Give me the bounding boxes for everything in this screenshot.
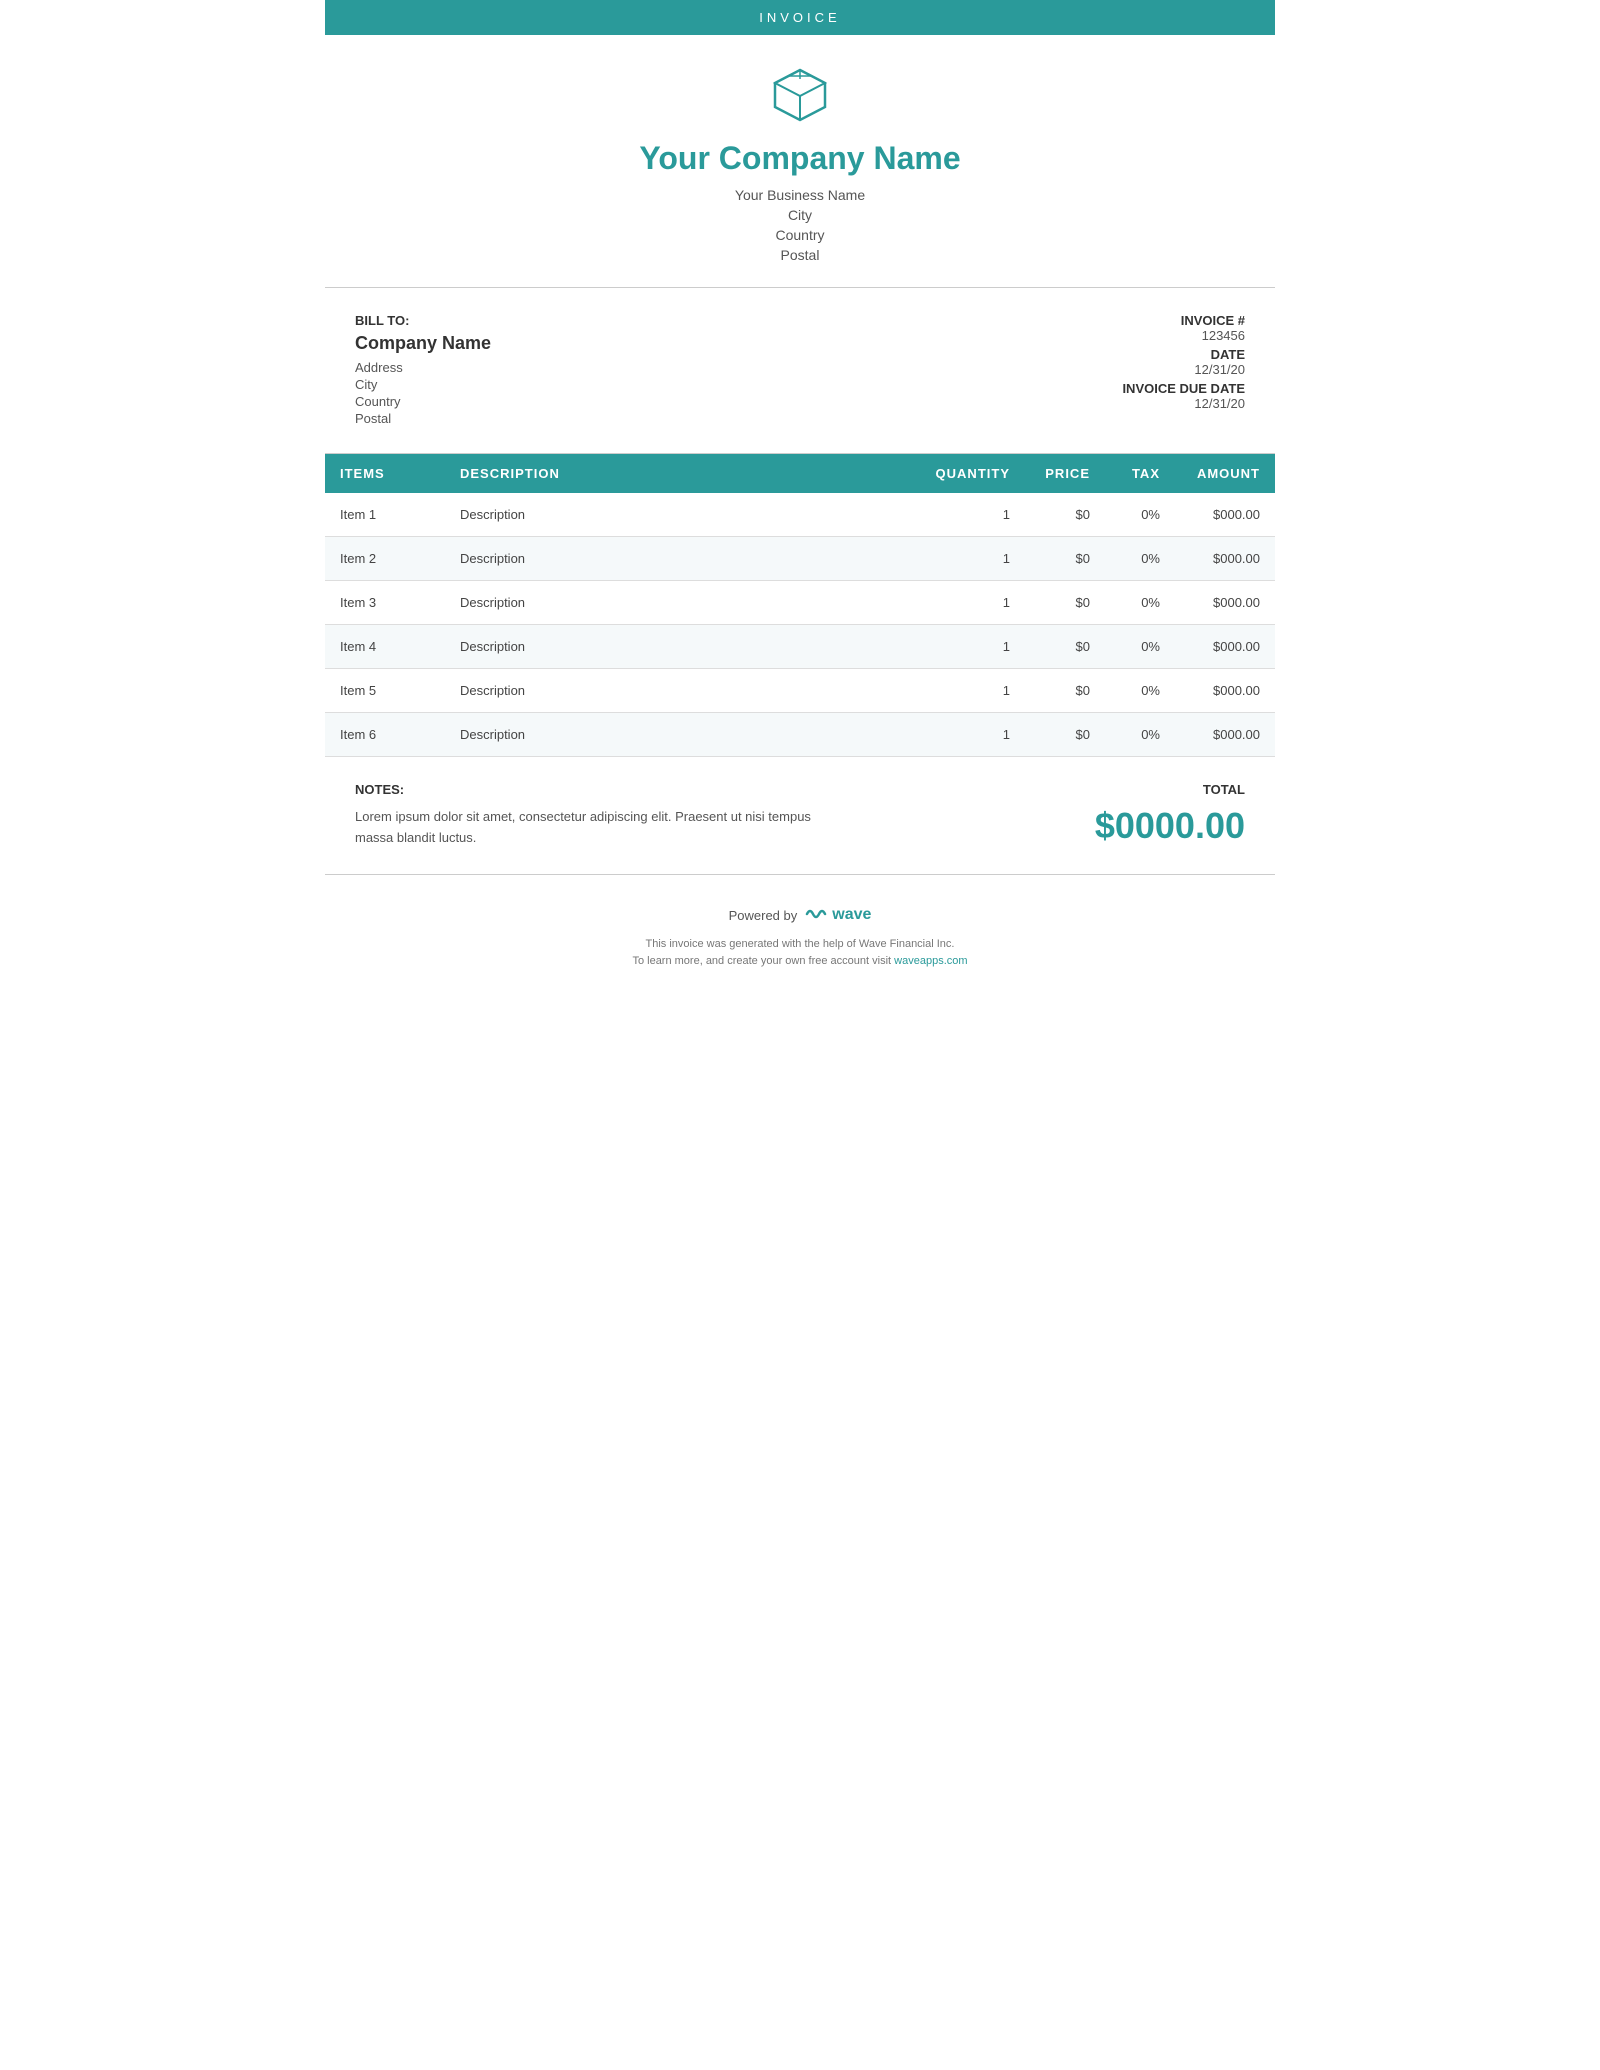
item-price: $0 [1025,581,1105,625]
items-table: ITEMS DESCRIPTION QUANTITY PRICE TAX AMO… [325,454,1275,757]
invoice-number-row: INVOICE # 123456 [1045,313,1245,343]
invoice-number-label: INVOICE # [1045,313,1245,328]
item-description: Description [445,713,921,757]
bill-to-label: BILL TO: [355,313,1045,328]
invoice-info: INVOICE # 123456 DATE 12/31/20 INVOICE D… [1045,313,1245,428]
bill-section: BILL TO: Company Name Address City Count… [325,288,1275,454]
company-name: Your Company Name [345,140,1255,177]
col-header-amount: AMOUNT [1175,454,1275,493]
item-description: Description [445,537,921,581]
table-row: Item 2 Description 1 $0 0% $000.00 [325,537,1275,581]
col-header-quantity: QUANTITY [921,454,1025,493]
col-header-items: ITEMS [325,454,445,493]
invoice-number-value: 123456 [1045,328,1245,343]
item-name: Item 4 [325,625,445,669]
company-logo-icon [345,65,1255,130]
wave-icon [805,905,827,926]
item-amount: $000.00 [1175,713,1275,757]
bill-to-country: Country [355,394,1045,409]
item-quantity: 1 [921,625,1025,669]
notes-label: NOTES: [355,782,845,797]
item-name: Item 1 [325,493,445,537]
invoice-date-label: DATE [1045,347,1245,362]
table-header-row: ITEMS DESCRIPTION QUANTITY PRICE TAX AMO… [325,454,1275,493]
item-description: Description [445,625,921,669]
table-row: Item 5 Description 1 $0 0% $000.00 [325,669,1275,713]
total-label: TOTAL [1045,782,1245,797]
col-header-description: DESCRIPTION [445,454,921,493]
col-header-tax: TAX [1105,454,1175,493]
invoice-date-row: DATE 12/31/20 [1045,347,1245,377]
notes-text: Lorem ipsum dolor sit amet, consectetur … [355,807,845,849]
company-header: Your Company Name Your Business Name Cit… [325,35,1275,288]
table-row: Item 3 Description 1 $0 0% $000.00 [325,581,1275,625]
item-name: Item 6 [325,713,445,757]
item-name: Item 3 [325,581,445,625]
footer-line1: This invoice was generated with the help… [345,936,1255,954]
invoice-date-value: 12/31/20 [1045,362,1245,377]
item-quantity: 1 [921,581,1025,625]
item-quantity: 1 [921,493,1025,537]
company-business-name: Your Business Name [345,187,1255,203]
item-name: Item 5 [325,669,445,713]
powered-by: Powered by wave [345,905,1255,926]
bill-to-company-name: Company Name [355,333,1045,354]
invoice-due-date-label: INVOICE DUE DATE [1045,381,1245,396]
item-tax: 0% [1105,581,1175,625]
bill-to-address: Address [355,360,1045,375]
item-tax: 0% [1105,669,1175,713]
item-tax: 0% [1105,537,1175,581]
company-details: Your Business Name City Country Postal [345,187,1255,263]
item-price: $0 [1025,625,1105,669]
item-tax: 0% [1105,493,1175,537]
item-tax: 0% [1105,625,1175,669]
item-amount: $000.00 [1175,625,1275,669]
table-row: Item 6 Description 1 $0 0% $000.00 [325,713,1275,757]
bill-to: BILL TO: Company Name Address City Count… [355,313,1045,428]
company-country: Country [345,227,1255,243]
item-quantity: 1 [921,537,1025,581]
powered-by-text: Powered by [729,908,798,923]
table-row: Item 1 Description 1 $0 0% $000.00 [325,493,1275,537]
item-price: $0 [1025,669,1105,713]
item-price: $0 [1025,713,1105,757]
item-amount: $000.00 [1175,669,1275,713]
footer-waveapps-link[interactable]: waveapps.com [894,955,967,967]
bill-to-city: City [355,377,1045,392]
footer-text: This invoice was generated with the help… [345,936,1255,971]
item-description: Description [445,581,921,625]
invoice-due-date-row: INVOICE DUE DATE 12/31/20 [1045,381,1245,411]
footer: Powered by wave This invoice was generat… [325,875,1275,991]
item-quantity: 1 [921,669,1025,713]
item-amount: $000.00 [1175,537,1275,581]
bill-to-postal: Postal [355,411,1045,426]
col-header-price: PRICE [1025,454,1105,493]
company-city: City [345,207,1255,223]
total-amount: $0000.00 [1045,805,1245,847]
item-price: $0 [1025,493,1105,537]
invoice-header-bar: INVOICE [325,0,1275,35]
item-amount: $000.00 [1175,581,1275,625]
company-postal: Postal [345,247,1255,263]
item-description: Description [445,669,921,713]
invoice-due-date-value: 12/31/20 [1045,396,1245,411]
item-amount: $000.00 [1175,493,1275,537]
table-row: Item 4 Description 1 $0 0% $000.00 [325,625,1275,669]
item-quantity: 1 [921,713,1025,757]
bottom-section: NOTES: Lorem ipsum dolor sit amet, conse… [325,757,1275,875]
notes-section: NOTES: Lorem ipsum dolor sit amet, conse… [355,782,845,849]
wave-brand-text: wave [832,906,871,924]
footer-line2: To learn more, and create your own free … [345,953,1255,971]
bill-to-details: Address City Country Postal [355,360,1045,426]
total-section: TOTAL $0000.00 [1045,782,1245,847]
wave-logo: wave [805,905,871,926]
item-description: Description [445,493,921,537]
item-price: $0 [1025,537,1105,581]
item-tax: 0% [1105,713,1175,757]
item-name: Item 2 [325,537,445,581]
